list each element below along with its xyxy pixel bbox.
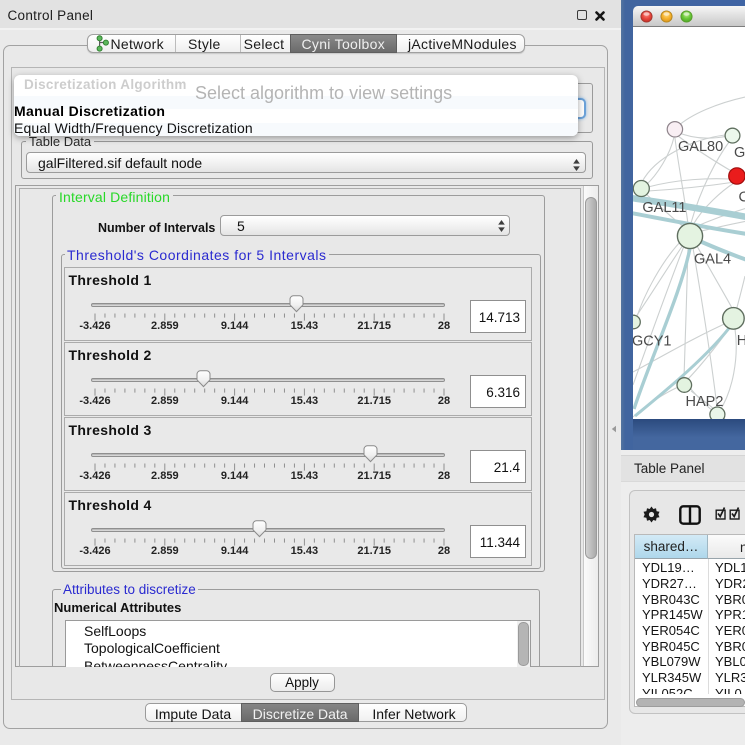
svg-text:GAL11: GAL11 bbox=[642, 200, 686, 216]
svg-text:HAP2: HAP2 bbox=[686, 394, 724, 410]
svg-text:GAL4: GAL4 bbox=[694, 252, 731, 268]
svg-text:H: H bbox=[737, 333, 745, 349]
svg-text:C: C bbox=[739, 190, 745, 206]
svg-text:GAL80: GAL80 bbox=[678, 139, 723, 155]
svg-text:GA: GA bbox=[734, 145, 745, 161]
svg-text:GCY1: GCY1 bbox=[633, 334, 672, 350]
